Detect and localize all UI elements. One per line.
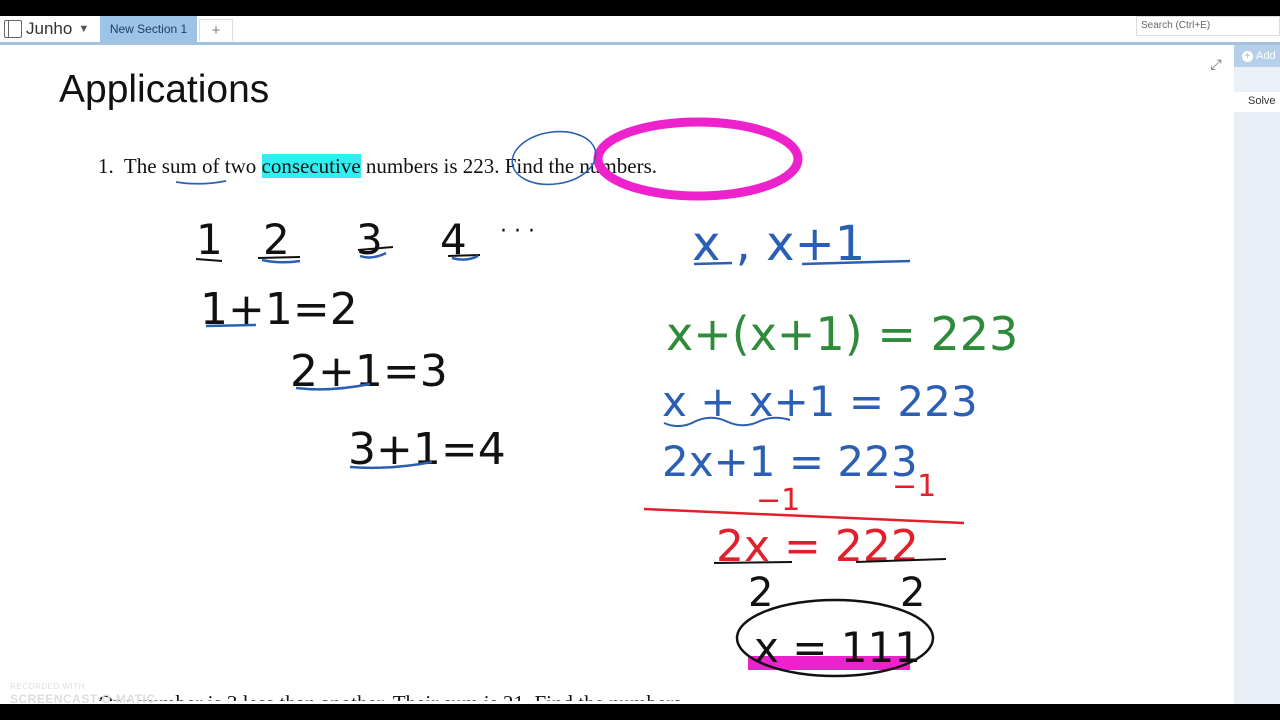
page-title: Applications (59, 68, 270, 111)
ink-variables-underline (693, 259, 911, 266)
expand-icon[interactable]: ⤢ (1208, 56, 1224, 72)
ink-minus-one-right: −1 (892, 469, 936, 504)
problem-text-part: The (123, 154, 162, 178)
ink-work-underline-2 (295, 382, 371, 391)
problem-text-part: numbers is 223. Find the numbers. (360, 154, 657, 178)
ink-equation-3: 2x+1 = 223 (662, 437, 918, 486)
ink-work-line-3: 3+1=4 (348, 424, 506, 475)
ink-layer: 1 2 3 4 · · · 1+1=2 2+1=3 3+1=4 x , x+1 … (175, 117, 1018, 678)
problem-word-sum: sum (161, 154, 197, 178)
ink-work-underline-1 (205, 323, 257, 328)
add-label: Add (1256, 50, 1276, 62)
add-button[interactable]: + Add (1234, 45, 1280, 67)
ink-seq-2: 2 (263, 215, 290, 264)
problem-2-text-partial: One number is 3 less than another. Their… (98, 691, 687, 704)
search-input[interactable]: Search (Ctrl+E) (1136, 16, 1280, 36)
onenote-window: Junho ▼ New Section 1 + Search (Ctrl+E) … (0, 16, 1280, 704)
tab-new-section-1[interactable]: New Section 1 (100, 16, 197, 42)
chevron-down-icon: ▼ (78, 23, 90, 35)
ink-work-line-2: 2+1=3 (290, 346, 448, 397)
solve-button[interactable]: Solve (1234, 92, 1280, 112)
ink-minus-one-left: −1 (756, 483, 800, 518)
ink-answer-highlight (748, 656, 910, 670)
watermark-line-1: RECORDED WITH (10, 682, 85, 691)
math-pane: + Add Solve (1234, 45, 1280, 704)
ink-answer: x = 111 (754, 623, 921, 672)
ink-red-rule (643, 507, 965, 525)
ink-equation-4: 2x = 222 (716, 521, 919, 572)
watermark-line-2: SCREENCAST-O-MATIC (10, 692, 156, 704)
recorder-watermark: RECORDED WITH SCREENCAST-O-MATIC (10, 682, 155, 704)
ink-variables: x , x+1 (692, 216, 865, 272)
problem-1-text: 1. The sum of two consecutive numbers is… (98, 154, 657, 179)
notebook-icon (4, 20, 22, 38)
ink-work-underline-3 (349, 460, 433, 470)
ink-equation-2: x + x+1 = 223 (662, 377, 978, 426)
ink-seq-underlines (195, 246, 481, 262)
ink-seq-1: 1 (196, 215, 223, 264)
plus-icon: + (1242, 50, 1253, 62)
problem-text-part: of two (196, 154, 262, 178)
letterbox-top (0, 0, 1280, 16)
ink-seq-blue-marks (261, 251, 479, 264)
ink-seq-4: 4 (440, 215, 467, 264)
tab-divider (0, 42, 1280, 45)
math-pane-body (1234, 112, 1280, 704)
ink-equation-2-squiggle (663, 416, 791, 427)
notebook-name: Junho (26, 19, 73, 38)
problem-number: 1. (98, 154, 114, 178)
letterbox-bottom (0, 704, 1280, 720)
ink-work-line-1: 1+1=2 (200, 284, 358, 335)
ink-equation-1: x+(x+1) = 223 (666, 307, 1018, 361)
ink-seq-3: 3 (356, 215, 383, 264)
ink-answer-circle (735, 598, 935, 678)
ink-divisor-right: 2 (900, 570, 925, 616)
section-tab-bar: Junho ▼ New Section 1 + Search (Ctrl+E) (0, 16, 1280, 42)
ink-fraction-bars (713, 558, 947, 564)
notebook-picker[interactable]: Junho ▼ (4, 18, 89, 40)
ink-divisor-left: 2 (748, 570, 773, 616)
highlight-consecutive: consecutive (261, 154, 361, 178)
ink-seq-ellipsis: · · · (500, 219, 535, 244)
ink-underline-sum (175, 180, 227, 185)
add-section-button[interactable]: + (199, 19, 233, 41)
